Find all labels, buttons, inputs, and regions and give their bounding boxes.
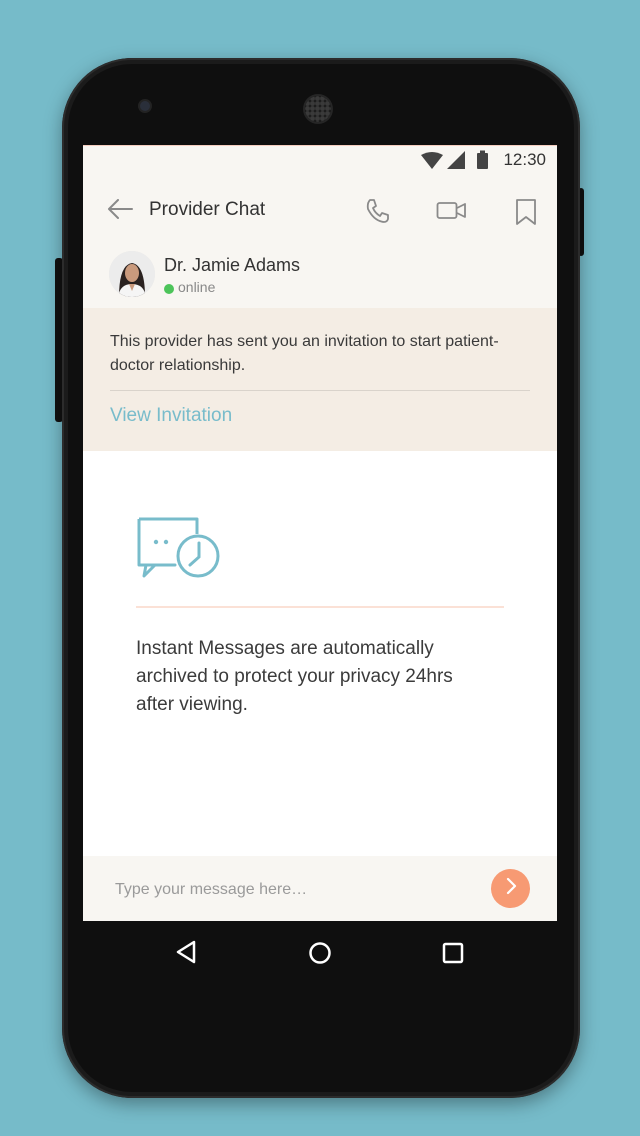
info-divider — [136, 606, 504, 608]
back-arrow-icon[interactable] — [107, 199, 133, 224]
chevron-right-icon — [504, 877, 518, 900]
app-screen: 12:30 Provider Chat Dr. Jamie Adams onli… — [83, 145, 557, 921]
invitation-message: This provider has sent you an invitation… — [110, 333, 499, 374]
battery-icon — [477, 150, 488, 169]
invitation-banner: This provider has sent you an invitation… — [83, 308, 557, 451]
status-bar: 12:30 — [83, 145, 557, 175]
status-time: 12:30 — [503, 150, 546, 169]
send-button[interactable] — [491, 869, 530, 908]
front-camera — [140, 101, 150, 111]
wifi-icon — [421, 152, 443, 169]
view-invitation-link[interactable]: View Invitation — [110, 405, 232, 427]
signal-icon — [447, 151, 465, 169]
invitation-divider — [110, 390, 530, 391]
online-status-dot — [164, 284, 174, 294]
message-composer — [83, 856, 557, 921]
avatar[interactable] — [109, 251, 155, 297]
nav-home-icon[interactable] — [308, 941, 332, 970]
bookmark-icon[interactable] — [515, 198, 537, 231]
app-header: Provider Chat — [83, 175, 557, 245]
archive-notice: Instant Messages are automatically archi… — [136, 638, 453, 715]
message-input[interactable] — [113, 876, 447, 904]
page-title: Provider Chat — [149, 199, 266, 220]
video-call-icon[interactable] — [436, 200, 468, 227]
nav-recent-apps-icon[interactable] — [442, 942, 464, 969]
provider-name: Dr. Jamie Adams — [164, 255, 301, 275]
nav-back-icon[interactable] — [175, 940, 197, 969]
online-status-label: online — [178, 279, 216, 295]
earpiece-speaker — [305, 96, 331, 122]
phone-call-icon[interactable] — [364, 197, 392, 230]
provider-header: Dr. Jamie Adams online — [83, 245, 557, 308]
android-nav-bar — [83, 921, 557, 983]
chat-clock-icon — [135, 515, 223, 586]
